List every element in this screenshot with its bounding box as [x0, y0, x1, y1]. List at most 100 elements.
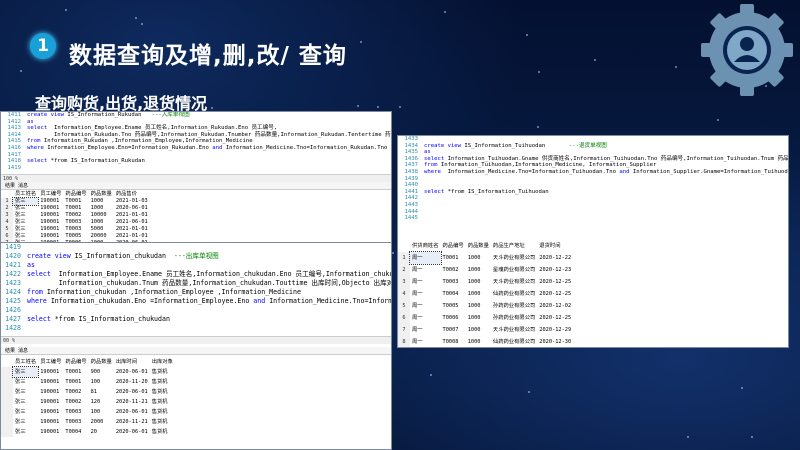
table-cell[interactable]: 张三: [13, 387, 38, 397]
table-cell[interactable]: 190001: [38, 377, 63, 387]
table-cell[interactable]: 张三: [13, 205, 38, 212]
table-cell[interactable]: 190001: [38, 226, 63, 233]
table-cell[interactable]: T0003: [441, 276, 466, 288]
table-cell[interactable]: 仙药药业有限公司: [491, 288, 537, 300]
column-header[interactable]: 员工姓名: [13, 357, 38, 367]
table-cell[interactable]: T0004: [63, 427, 88, 437]
table-cell[interactable]: 售货机: [150, 377, 175, 387]
table-cell[interactable]: 售货机: [150, 387, 175, 397]
column-header[interactable]: 出库对象: [150, 357, 175, 367]
table-cell[interactable]: 1000: [89, 205, 114, 212]
table-cell[interactable]: T0002: [63, 212, 88, 219]
table-cell[interactable]: 星魂药业有限公司: [491, 264, 537, 276]
table-row[interactable]: 张三 190001 T0001 900 2020-06-01 售货机: [1, 366, 175, 378]
table-cell[interactable]: 1000: [466, 300, 491, 312]
table-cell[interactable]: 周一: [410, 336, 441, 347]
table-row[interactable]: 5 周一 T0005 1000 孙药药业有限公司 2020-12-02: [398, 300, 573, 312]
zoom-level[interactable]: 00 %: [1, 336, 391, 344]
table-row[interactable]: 张三 190001 T0003 100 2020-06-01 售货机: [1, 407, 175, 417]
table-cell[interactable]: 周一: [410, 288, 441, 300]
table-cell[interactable]: 1000: [466, 324, 491, 336]
table-cell[interactable]: 190001: [38, 367, 63, 377]
table-cell[interactable]: 2020-06-01: [114, 367, 150, 377]
table-cell[interactable]: T0007: [441, 324, 466, 336]
column-header[interactable]: 药品生产地址: [491, 240, 537, 252]
table-cell[interactable]: 2020-06-01: [114, 427, 150, 437]
table-row[interactable]: 3 周一 T0003 1000 天斗药业有限公司 2020-12-25: [398, 276, 573, 288]
table-row[interactable]: 3 张三 190001 T0002 10000 2021-01-01: [1, 212, 150, 219]
results-messages-tabs[interactable]: 结果 消息: [1, 182, 391, 190]
table-cell[interactable]: 190001: [38, 212, 63, 219]
table-cell[interactable]: 张三: [13, 417, 38, 427]
table-cell[interactable]: 孙药药业有限公司: [491, 312, 537, 324]
table-cell[interactable]: 2021-06-01: [114, 219, 150, 226]
table-cell[interactable]: 张三: [13, 377, 38, 387]
table-cell[interactable]: 120: [89, 397, 114, 407]
table-row[interactable]: 张三 190001 T0002 120 2020-11-21 售货机: [1, 397, 175, 407]
table-cell[interactable]: T0004: [441, 288, 466, 300]
results-messages-tabs[interactable]: 结果 消息: [1, 347, 391, 355]
table-cell[interactable]: 190001: [38, 427, 63, 437]
table-cell[interactable]: 190001: [38, 397, 63, 407]
table-cell[interactable]: 20000: [89, 233, 114, 240]
table-cell[interactable]: 2020-11-21: [114, 417, 150, 427]
table-cell[interactable]: 周一: [410, 276, 441, 288]
chukudan-code-editor[interactable]: 1419 1420 1421 1422 1423 1424 1425 1426 1427 1428…: [1, 243, 391, 336]
table-cell[interactable]: 2020-06-01: [114, 205, 150, 212]
table-row[interactable]: 5 张三 190001 T0003 5000 2021-01-01: [1, 226, 150, 233]
table-cell[interactable]: 1000: [466, 336, 491, 347]
table-cell[interactable]: T0001: [441, 252, 466, 264]
table-cell[interactable]: 售货机: [150, 417, 175, 427]
table-cell[interactable]: 81: [89, 387, 114, 397]
table-cell[interactable]: 1000: [466, 264, 491, 276]
column-header[interactable]: 药品编号: [441, 240, 466, 252]
table-row[interactable]: 张三 190001 T0004 20 2020-06-01 售货机: [1, 427, 175, 437]
table-cell[interactable]: 售货机: [150, 397, 175, 407]
table-cell[interactable]: 2020-12-25: [537, 312, 573, 324]
table-cell[interactable]: T0005: [441, 300, 466, 312]
table-row[interactable]: 张三 190001 T0001 100 2020-11-20 售货机: [1, 377, 175, 387]
tuihuodan-code-editor[interactable]: 1433 1434 1435 1436 1437 1438 1439 1440 1441 1442…: [398, 136, 788, 228]
table-cell[interactable]: 张三: [13, 397, 38, 407]
table-cell[interactable]: 1000: [89, 198, 114, 205]
table-cell[interactable]: 1000: [466, 276, 491, 288]
table-cell[interactable]: 1000: [89, 219, 114, 226]
table-cell[interactable]: 1000: [466, 312, 491, 324]
table-row[interactable]: 6 周一 T0006 1000 孙药药业有限公司 2020-12-25: [398, 312, 573, 324]
table-cell[interactable]: 2020-12-25: [537, 276, 573, 288]
table-cell[interactable]: 周一: [410, 264, 441, 276]
table-cell[interactable]: 190001: [38, 387, 63, 397]
table-cell[interactable]: T0003: [63, 226, 88, 233]
table-cell[interactable]: 190001: [38, 205, 63, 212]
column-header[interactable]: 退货时间: [537, 240, 573, 252]
column-header[interactable]: 药品编号: [63, 357, 88, 367]
table-cell[interactable]: 1000: [466, 288, 491, 300]
table-cell[interactable]: 2021-01-01: [114, 233, 150, 240]
table-cell[interactable]: 张三: [13, 219, 38, 226]
table-cell[interactable]: 孙药药业有限公司: [491, 300, 537, 312]
table-cell[interactable]: 190001: [38, 417, 63, 427]
table-cell[interactable]: 1000: [466, 252, 491, 264]
table-cell[interactable]: 10000: [89, 212, 114, 219]
table-cell[interactable]: 售货机: [150, 407, 175, 417]
table-cell[interactable]: 周一: [409, 251, 442, 265]
table-cell[interactable]: 190001: [38, 219, 63, 226]
column-header[interactable]: 员工编号: [38, 357, 63, 367]
table-cell[interactable]: 900: [89, 367, 114, 377]
table-cell[interactable]: 周一: [410, 300, 441, 312]
column-header[interactable]: 出库时间: [114, 357, 150, 367]
table-cell[interactable]: T0001: [63, 367, 88, 377]
table-cell[interactable]: 2020-12-02: [537, 300, 573, 312]
zoom-level[interactable]: 100 %: [1, 174, 391, 182]
table-cell[interactable]: T0005: [63, 233, 88, 240]
table-row[interactable]: 张三 190001 T0003 2000 2020-11-21 售货机: [1, 417, 175, 427]
table-cell[interactable]: 2020-12-25: [537, 288, 573, 300]
column-header[interactable]: 药品数量: [89, 191, 114, 198]
table-cell[interactable]: 天斗药业有限公司: [491, 252, 537, 264]
table-cell[interactable]: 2020-12-30: [537, 336, 573, 347]
table-row[interactable]: 6 张三 190001 T0005 20000 2021-01-01: [1, 233, 150, 240]
rukudan-code-editor[interactable]: 1411 1412 1413 1414 1415 1416 1417 1418 1419 cre…: [1, 112, 391, 174]
table-cell[interactable]: 天斗药业有限公司: [491, 324, 537, 336]
table-cell[interactable]: 仙药药业有限公司: [491, 336, 537, 347]
table-cell[interactable]: 100: [89, 407, 114, 417]
